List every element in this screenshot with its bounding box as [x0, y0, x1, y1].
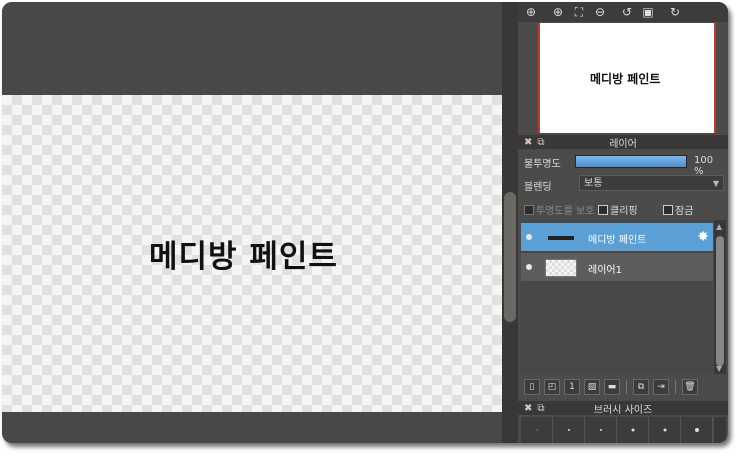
rotate-right-icon[interactable]: ↻: [666, 4, 684, 20]
protect-alpha-label: 투명도를 보호: [536, 206, 595, 217]
close-icon[interactable]: ✖: [524, 137, 532, 148]
brush-size-title: 브러시 사이즈: [593, 404, 653, 416]
layer-options-row: 투명도를 보호 클리핑 잠금: [524, 202, 724, 217]
trash-icon[interactable]: 🗑: [682, 379, 698, 395]
rotate-left-icon[interactable]: ↺: [618, 4, 636, 20]
blend-mode-select[interactable]: 보통 ▼: [579, 175, 724, 191]
new-8bit-layer-icon[interactable]: ▨: [584, 379, 600, 395]
layer-list-scrollbar[interactable]: ▲ ▼: [714, 220, 726, 374]
close-icon[interactable]: ✖: [524, 403, 532, 414]
duplicate-layer-icon[interactable]: ⧉: [633, 379, 649, 395]
scroll-down-icon[interactable]: ▼: [716, 364, 722, 373]
blend-label: 블렌딩: [524, 182, 552, 193]
navigator-toolbar: ⊕ ⊕ ⛶ ⊖ ↺ ▣ ↻: [518, 2, 728, 22]
new-halftone-layer-icon[interactable]: ◰: [544, 379, 560, 395]
scroll-up-icon[interactable]: ▲: [716, 222, 722, 231]
opacity-row: 불투명도 100 %: [524, 153, 724, 177]
reset-view-icon[interactable]: ▣: [639, 4, 657, 20]
clipping-label: 클리핑: [610, 206, 638, 217]
opacity-label: 불투명도: [524, 159, 561, 170]
layer-name: 메디방 페인트: [588, 235, 647, 246]
opacity-value: 100 %: [694, 155, 714, 177]
new-1bit-layer-icon[interactable]: 1: [564, 379, 580, 395]
brush-size-option[interactable]: [521, 417, 553, 443]
brush-size-option[interactable]: [617, 417, 649, 443]
zoom-in-icon[interactable]: ⊕: [522, 4, 540, 20]
brush-size-option[interactable]: [649, 417, 681, 443]
visibility-icon[interactable]: [526, 264, 532, 270]
gear-icon[interactable]: ✸: [697, 229, 709, 245]
preview-text: 메디방 페인트: [590, 72, 661, 86]
right-panel: ⊕ ⊕ ⛶ ⊖ ↺ ▣ ↻ 메디방 페인트 ✖ ⧉ 레이어 불투명도 100 %: [518, 2, 728, 443]
merge-down-icon[interactable]: ⇥: [653, 379, 669, 395]
brush-size-header: ✖ ⧉ 브러시 사이즈: [518, 401, 728, 416]
toolbar-separator: [626, 380, 627, 394]
layer-list: 메디방 페인트 ✸ 레이어1: [521, 220, 713, 374]
toolbar-separator: [675, 380, 676, 394]
blend-row: 블렌딩 보통 ▼: [524, 175, 724, 193]
chevron-down-icon: ▼: [712, 179, 719, 188]
layer-row-text[interactable]: 메디방 페인트 ✸: [521, 223, 713, 251]
zoom-out-icon[interactable]: ⊖: [591, 4, 609, 20]
visibility-icon[interactable]: [526, 234, 532, 240]
layer-name: 레이어1: [588, 265, 622, 276]
canvas-scrollbar-thumb[interactable]: [504, 192, 516, 322]
opacity-slider[interactable]: [575, 155, 687, 168]
layer-row-1[interactable]: 레이어1: [521, 253, 713, 281]
navigator-preview[interactable]: 메디방 페인트: [538, 23, 716, 133]
layer-panel-title: 레이어: [609, 138, 637, 150]
brush-size-list: [521, 417, 713, 443]
brush-size-option[interactable]: [553, 417, 585, 443]
canvas-text: 메디방 페인트: [149, 239, 338, 275]
layer-thumbnail: [545, 229, 577, 247]
opacity-slider-fill: [576, 156, 686, 167]
layer-toolbar: ▯ ◰ 1 ▨ ▬ ⧉ ⇥ 🗑: [521, 377, 728, 397]
new-layer-icon[interactable]: ▯: [524, 379, 540, 395]
lock-label: 잠금: [675, 206, 694, 217]
clipping-checkbox[interactable]: 클리핑: [598, 202, 638, 217]
blend-mode-value: 보통: [584, 178, 603, 189]
zoom-in-alt-icon[interactable]: ⊕: [549, 4, 567, 20]
app-window: 메디방 페인트 ⊕ ⊕ ⛶ ⊖ ↺ ▣ ↻ 메디방 페인트 ✖ ⧉ 레이어 불투…: [2, 2, 728, 443]
brush-size-option[interactable]: [681, 417, 713, 443]
lock-checkbox[interactable]: 잠금: [663, 202, 693, 217]
detach-icon[interactable]: ⧉: [537, 403, 544, 414]
layer-thumbnail: [545, 259, 577, 277]
detach-icon[interactable]: ⧉: [537, 137, 544, 148]
new-folder-icon[interactable]: ▬: [604, 379, 620, 395]
fit-screen-icon[interactable]: ⛶: [570, 4, 588, 20]
layer-panel-header: ✖ ⧉ 레이어: [518, 135, 728, 150]
canvas-area[interactable]: 메디방 페인트: [2, 2, 502, 443]
brush-list-scrollbar[interactable]: [714, 417, 726, 443]
layer-scrollbar-thumb[interactable]: [716, 236, 724, 366]
brush-size-option[interactable]: [585, 417, 617, 443]
protect-alpha-checkbox[interactable]: 투명도를 보호: [524, 202, 594, 217]
